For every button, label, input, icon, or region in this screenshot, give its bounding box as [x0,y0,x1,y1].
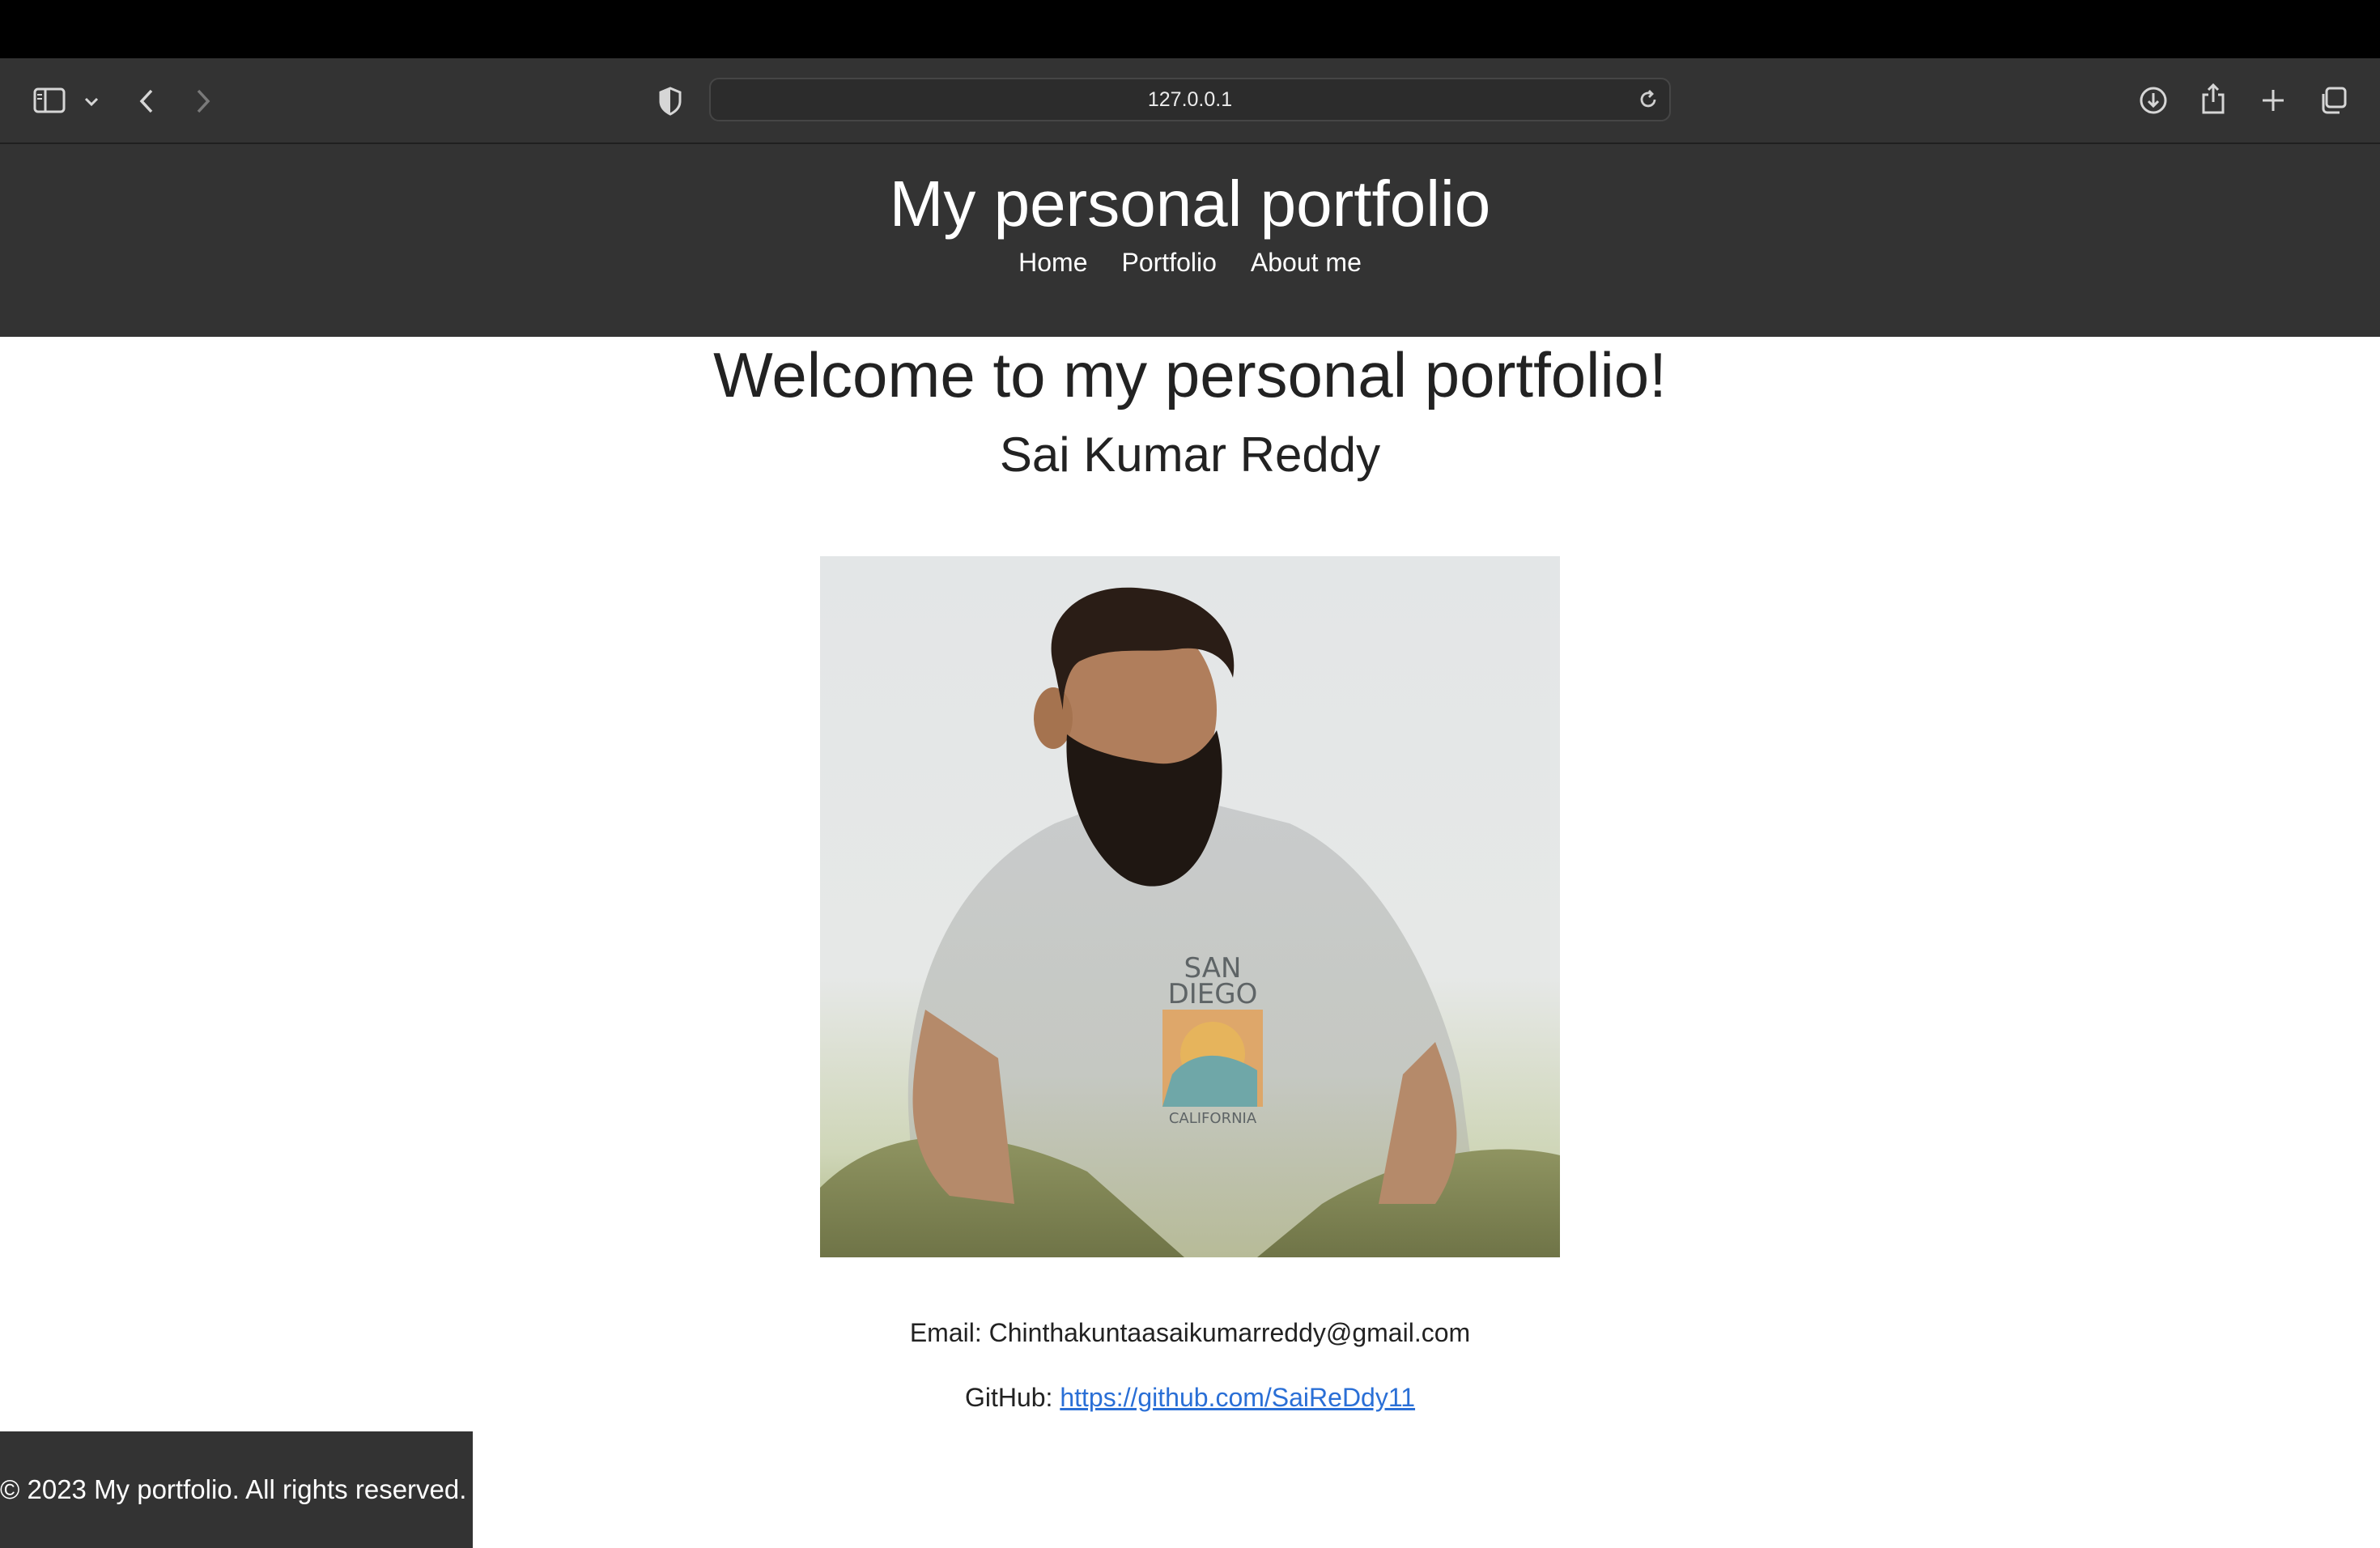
address-bar[interactable]: 127.0.0.1 [709,78,1671,121]
shirt-text-line-3: CALIFORNIA [1169,1110,1257,1127]
site-title: My personal portfolio [889,168,1491,240]
email-address: Chinthakuntaasaikumarreddy@gmail.com [988,1318,1471,1347]
shirt-text-line-2: DIEGO [1168,978,1258,1010]
system-top-bar [0,0,2380,58]
sidebar-icon[interactable] [31,84,68,117]
url-text: 127.0.0.1 [1147,87,1233,111]
tabs-overview-icon[interactable] [2317,84,2349,117]
email-line: Email: Chinthakuntaasaikumarreddy@gmail.… [0,1320,2380,1346]
forward-icon[interactable] [191,86,215,117]
download-icon[interactable] [2137,84,2170,117]
github-line: GitHub: https://github.com/SaiReDdy11 [0,1384,2380,1410]
profile-photo-illustration: SAN DIEGO CALIFORNIA [820,556,1560,1257]
site-footer: © 2023 My portfolio. All rights reserved… [0,1431,473,1548]
reload-icon[interactable] [1637,88,1660,117]
nav-link-home[interactable]: Home [1018,249,1087,275]
github-label: GitHub: [964,1383,1053,1412]
site-nav: Home Portfolio About me [0,249,2380,275]
back-icon[interactable] [134,86,159,117]
chevron-down-icon[interactable] [81,91,102,112]
site-header: My personal portfolio Home Portfolio Abo… [0,144,2380,337]
github-link[interactable]: https://github.com/SaiReDdy11 [1060,1383,1415,1412]
page-heading: Welcome to my personal portfolio! [713,339,1667,410]
profile-photo: SAN DIEGO CALIFORNIA [820,556,1560,1257]
share-icon[interactable] [2199,81,2228,117]
browser-toolbar: 127.0.0.1 [0,58,2380,144]
footer-copyright: © 2023 My portfolio. All rights reserved… [0,1474,467,1504]
nav-link-portfolio[interactable]: Portfolio [1122,249,1217,275]
owner-name: Sai Kumar Reddy [999,427,1381,482]
new-tab-icon[interactable] [2259,86,2288,115]
nav-link-about-me[interactable]: About me [1251,249,1362,275]
shield-icon[interactable] [656,84,685,118]
email-label: Email: [909,1318,982,1347]
